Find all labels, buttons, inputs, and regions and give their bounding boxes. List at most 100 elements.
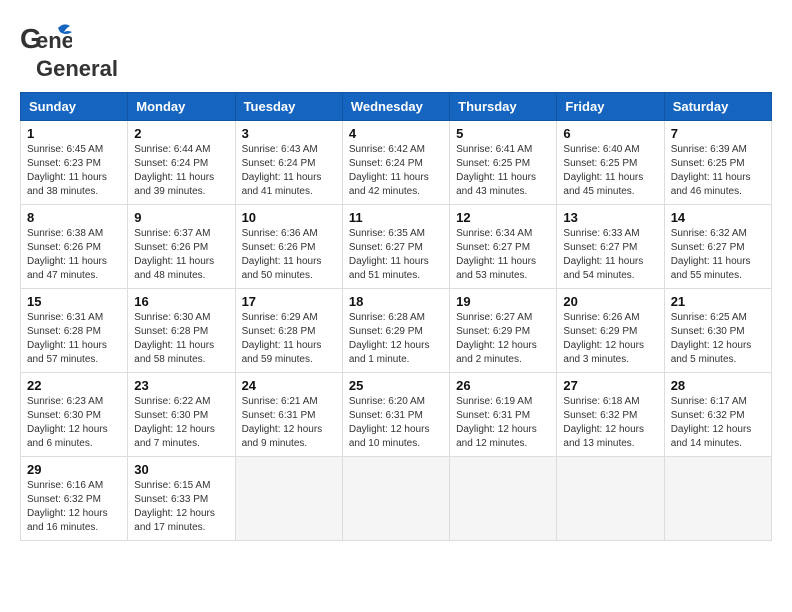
page-header: G eneral General bbox=[20, 20, 772, 82]
day-number: 12 bbox=[456, 210, 550, 225]
day-info: Sunrise: 6:39 AMSunset: 6:25 PMDaylight:… bbox=[671, 144, 751, 197]
calendar-day: 5 Sunrise: 6:41 AMSunset: 6:25 PMDayligh… bbox=[450, 121, 557, 205]
day-info: Sunrise: 6:31 AMSunset: 6:28 PMDaylight:… bbox=[27, 312, 107, 365]
calendar-day: 26 Sunrise: 6:19 AMSunset: 6:31 PMDaylig… bbox=[450, 373, 557, 457]
weekday-header-tuesday: Tuesday bbox=[235, 93, 342, 121]
day-info: Sunrise: 6:29 AMSunset: 6:28 PMDaylight:… bbox=[242, 312, 322, 365]
weekday-header-friday: Friday bbox=[557, 93, 664, 121]
calendar-day: 12 Sunrise: 6:34 AMSunset: 6:27 PMDaylig… bbox=[450, 205, 557, 289]
calendar-week-2: 8 Sunrise: 6:38 AMSunset: 6:26 PMDayligh… bbox=[21, 205, 772, 289]
calendar-day: 3 Sunrise: 6:43 AMSunset: 6:24 PMDayligh… bbox=[235, 121, 342, 205]
calendar-week-4: 22 Sunrise: 6:23 AMSunset: 6:30 PMDaylig… bbox=[21, 373, 772, 457]
weekday-header-sunday: Sunday bbox=[21, 93, 128, 121]
calendar-day: 15 Sunrise: 6:31 AMSunset: 6:28 PMDaylig… bbox=[21, 289, 128, 373]
day-info: Sunrise: 6:35 AMSunset: 6:27 PMDaylight:… bbox=[349, 228, 429, 281]
calendar-day: 14 Sunrise: 6:32 AMSunset: 6:27 PMDaylig… bbox=[664, 205, 771, 289]
weekday-header-row: SundayMondayTuesdayWednesdayThursdayFrid… bbox=[21, 93, 772, 121]
day-info: Sunrise: 6:18 AMSunset: 6:32 PMDaylight:… bbox=[563, 396, 644, 449]
calendar-day: 1 Sunrise: 6:45 AMSunset: 6:23 PMDayligh… bbox=[21, 121, 128, 205]
calendar-day bbox=[557, 457, 664, 541]
day-number: 5 bbox=[456, 126, 550, 141]
day-number: 15 bbox=[27, 294, 121, 309]
day-info: Sunrise: 6:36 AMSunset: 6:26 PMDaylight:… bbox=[242, 228, 322, 281]
day-number: 19 bbox=[456, 294, 550, 309]
logo: G eneral General bbox=[20, 20, 118, 82]
weekday-header-wednesday: Wednesday bbox=[342, 93, 449, 121]
day-number: 11 bbox=[349, 210, 443, 225]
day-number: 27 bbox=[563, 378, 657, 393]
weekday-header-monday: Monday bbox=[128, 93, 235, 121]
calendar-day: 16 Sunrise: 6:30 AMSunset: 6:28 PMDaylig… bbox=[128, 289, 235, 373]
day-info: Sunrise: 6:27 AMSunset: 6:29 PMDaylight:… bbox=[456, 312, 537, 365]
day-number: 30 bbox=[134, 462, 228, 477]
calendar-day: 7 Sunrise: 6:39 AMSunset: 6:25 PMDayligh… bbox=[664, 121, 771, 205]
day-info: Sunrise: 6:43 AMSunset: 6:24 PMDaylight:… bbox=[242, 144, 322, 197]
day-number: 26 bbox=[456, 378, 550, 393]
day-info: Sunrise: 6:19 AMSunset: 6:31 PMDaylight:… bbox=[456, 396, 537, 449]
day-number: 1 bbox=[27, 126, 121, 141]
calendar-day: 22 Sunrise: 6:23 AMSunset: 6:30 PMDaylig… bbox=[21, 373, 128, 457]
calendar-day bbox=[235, 457, 342, 541]
day-info: Sunrise: 6:16 AMSunset: 6:32 PMDaylight:… bbox=[27, 480, 108, 533]
day-info: Sunrise: 6:42 AMSunset: 6:24 PMDaylight:… bbox=[349, 144, 429, 197]
day-info: Sunrise: 6:34 AMSunset: 6:27 PMDaylight:… bbox=[456, 228, 536, 281]
day-number: 25 bbox=[349, 378, 443, 393]
day-info: Sunrise: 6:15 AMSunset: 6:33 PMDaylight:… bbox=[134, 480, 215, 533]
calendar-day: 2 Sunrise: 6:44 AMSunset: 6:24 PMDayligh… bbox=[128, 121, 235, 205]
day-info: Sunrise: 6:25 AMSunset: 6:30 PMDaylight:… bbox=[671, 312, 752, 365]
day-number: 7 bbox=[671, 126, 765, 141]
day-number: 10 bbox=[242, 210, 336, 225]
calendar-day: 9 Sunrise: 6:37 AMSunset: 6:26 PMDayligh… bbox=[128, 205, 235, 289]
calendar-day: 13 Sunrise: 6:33 AMSunset: 6:27 PMDaylig… bbox=[557, 205, 664, 289]
day-info: Sunrise: 6:37 AMSunset: 6:26 PMDaylight:… bbox=[134, 228, 214, 281]
day-info: Sunrise: 6:44 AMSunset: 6:24 PMDaylight:… bbox=[134, 144, 214, 197]
calendar-week-1: 1 Sunrise: 6:45 AMSunset: 6:23 PMDayligh… bbox=[21, 121, 772, 205]
day-info: Sunrise: 6:17 AMSunset: 6:32 PMDaylight:… bbox=[671, 396, 752, 449]
day-number: 18 bbox=[349, 294, 443, 309]
day-number: 29 bbox=[27, 462, 121, 477]
calendar-week-3: 15 Sunrise: 6:31 AMSunset: 6:28 PMDaylig… bbox=[21, 289, 772, 373]
day-number: 22 bbox=[27, 378, 121, 393]
day-info: Sunrise: 6:26 AMSunset: 6:29 PMDaylight:… bbox=[563, 312, 644, 365]
calendar-day: 20 Sunrise: 6:26 AMSunset: 6:29 PMDaylig… bbox=[557, 289, 664, 373]
day-info: Sunrise: 6:22 AMSunset: 6:30 PMDaylight:… bbox=[134, 396, 215, 449]
day-info: Sunrise: 6:23 AMSunset: 6:30 PMDaylight:… bbox=[27, 396, 108, 449]
day-info: Sunrise: 6:45 AMSunset: 6:23 PMDaylight:… bbox=[27, 144, 107, 197]
day-number: 23 bbox=[134, 378, 228, 393]
day-number: 2 bbox=[134, 126, 228, 141]
day-info: Sunrise: 6:38 AMSunset: 6:26 PMDaylight:… bbox=[27, 228, 107, 281]
day-number: 8 bbox=[27, 210, 121, 225]
day-info: Sunrise: 6:32 AMSunset: 6:27 PMDaylight:… bbox=[671, 228, 751, 281]
calendar-day bbox=[450, 457, 557, 541]
day-number: 21 bbox=[671, 294, 765, 309]
day-number: 16 bbox=[134, 294, 228, 309]
day-info: Sunrise: 6:33 AMSunset: 6:27 PMDaylight:… bbox=[563, 228, 643, 281]
day-info: Sunrise: 6:30 AMSunset: 6:28 PMDaylight:… bbox=[134, 312, 214, 365]
calendar-day: 18 Sunrise: 6:28 AMSunset: 6:29 PMDaylig… bbox=[342, 289, 449, 373]
day-info: Sunrise: 6:40 AMSunset: 6:25 PMDaylight:… bbox=[563, 144, 643, 197]
day-number: 9 bbox=[134, 210, 228, 225]
calendar-day: 10 Sunrise: 6:36 AMSunset: 6:26 PMDaylig… bbox=[235, 205, 342, 289]
calendar-day: 6 Sunrise: 6:40 AMSunset: 6:25 PMDayligh… bbox=[557, 121, 664, 205]
calendar-day: 27 Sunrise: 6:18 AMSunset: 6:32 PMDaylig… bbox=[557, 373, 664, 457]
weekday-header-saturday: Saturday bbox=[664, 93, 771, 121]
day-number: 6 bbox=[563, 126, 657, 141]
day-number: 3 bbox=[242, 126, 336, 141]
day-number: 13 bbox=[563, 210, 657, 225]
day-number: 4 bbox=[349, 126, 443, 141]
calendar-day bbox=[664, 457, 771, 541]
calendar-day bbox=[342, 457, 449, 541]
day-number: 24 bbox=[242, 378, 336, 393]
calendar-day: 11 Sunrise: 6:35 AMSunset: 6:27 PMDaylig… bbox=[342, 205, 449, 289]
calendar-day: 4 Sunrise: 6:42 AMSunset: 6:24 PMDayligh… bbox=[342, 121, 449, 205]
day-info: Sunrise: 6:20 AMSunset: 6:31 PMDaylight:… bbox=[349, 396, 430, 449]
weekday-header-thursday: Thursday bbox=[450, 93, 557, 121]
calendar-day: 21 Sunrise: 6:25 AMSunset: 6:30 PMDaylig… bbox=[664, 289, 771, 373]
calendar-day: 24 Sunrise: 6:21 AMSunset: 6:31 PMDaylig… bbox=[235, 373, 342, 457]
calendar-table: SundayMondayTuesdayWednesdayThursdayFrid… bbox=[20, 92, 772, 541]
logo-general-text: General bbox=[36, 56, 118, 82]
calendar-day: 17 Sunrise: 6:29 AMSunset: 6:28 PMDaylig… bbox=[235, 289, 342, 373]
day-number: 28 bbox=[671, 378, 765, 393]
day-number: 20 bbox=[563, 294, 657, 309]
calendar-day: 25 Sunrise: 6:20 AMSunset: 6:31 PMDaylig… bbox=[342, 373, 449, 457]
